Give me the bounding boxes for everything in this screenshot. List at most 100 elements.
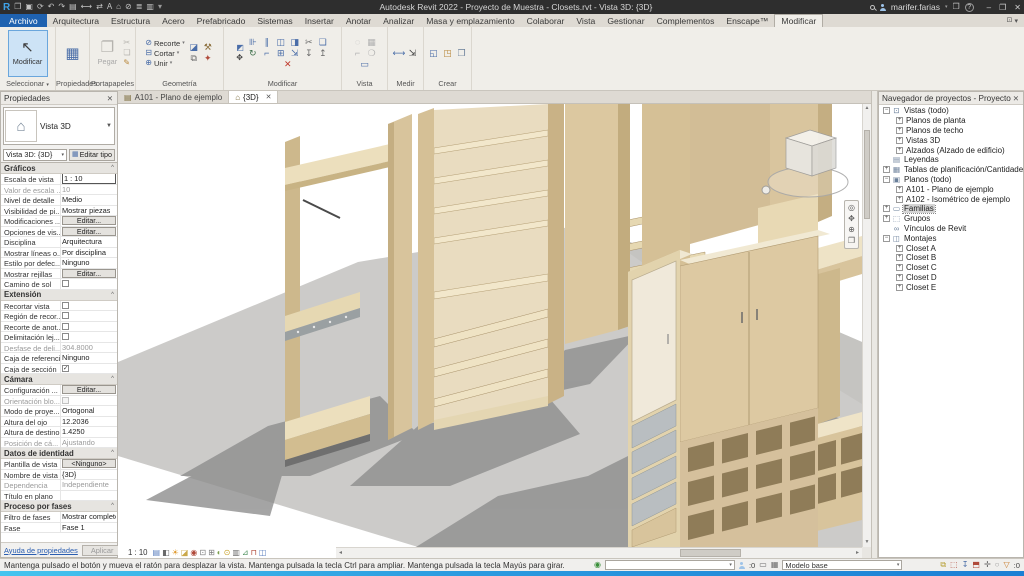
vertical-scrollbar[interactable]: ▲ ▼ — [862, 104, 871, 547]
apply-button[interactable]: Aplicar — [82, 545, 123, 556]
group-label-vista[interactable]: Vista — [342, 79, 387, 90]
property-edit-button[interactable]: Editar... — [62, 385, 116, 394]
default-3d-view-icon[interactable]: ⌂ — [116, 3, 121, 11]
modify-button[interactable]: ↖ Modificar — [8, 30, 48, 77]
collapse-icon[interactable]: ^ — [111, 376, 114, 382]
workset-dropdown[interactable]: ▾ — [605, 560, 735, 570]
unpin-icon[interactable]: ↥ — [317, 49, 329, 58]
property-checkbox[interactable] — [62, 333, 69, 340]
property-checkbox[interactable] — [62, 323, 69, 330]
override-graphics-icon[interactable]: ▦ — [366, 38, 378, 47]
cut-icon[interactable]: ✂ — [123, 39, 130, 47]
worksharing-display-icon[interactable]: ◫ — [259, 549, 267, 557]
scale-button[interactable]: 1 : 10 — [128, 548, 148, 557]
tree-item-a101-plano-de-ejemplo[interactable]: +A101 - Plano de ejemplo — [879, 184, 1023, 194]
ribbon-options[interactable]: ⊡ ▾ — [1001, 14, 1024, 27]
view-tab-a101-plano-de-ejemplo[interactable]: ▤A101 - Plano de ejemplo — [118, 91, 229, 103]
tree-item-leyendas[interactable]: ▤Leyendas — [879, 155, 1023, 165]
horizontal-scrollbar[interactable]: ◂ ▸ — [336, 547, 862, 558]
shelving-tower[interactable] — [418, 104, 564, 430]
expand-icon[interactable]: + — [896, 186, 903, 193]
select-links-icon[interactable]: ⧉ — [940, 561, 946, 569]
properties-help-link[interactable]: Ayuda de propiedades — [4, 546, 78, 555]
expand-icon[interactable]: + — [896, 264, 903, 271]
edit-boundary-icon[interactable]: ◩ — [236, 44, 244, 52]
show-rendering-dialog-icon[interactable]: ◉ — [190, 549, 197, 557]
offset-icon[interactable]: ∥ — [261, 38, 273, 47]
property-edit-button[interactable]: Editar... — [62, 227, 116, 236]
design-option-dropdown[interactable]: Modelo base ▾ — [782, 560, 902, 570]
tree-item-montajes[interactable]: −◫Montajes — [879, 233, 1023, 243]
ribbon-options-caret-icon[interactable]: ▾ — [1014, 17, 1018, 25]
tree-item-closet-d[interactable]: +Closet D — [879, 273, 1023, 283]
crop-view-icon[interactable]: ⊡ — [199, 549, 206, 557]
section-header[interactable]: Gráficos^ — [1, 163, 117, 174]
scroll-left-icon[interactable]: ◂ — [336, 548, 345, 558]
match-type-properties-icon[interactable]: ✎ — [123, 59, 130, 67]
user-interface-icon[interactable]: ▥ — [146, 3, 154, 11]
hide-in-view-icon[interactable]: ◌ — [352, 38, 364, 47]
expand-icon[interactable]: + — [883, 215, 890, 222]
editable-only-icon[interactable] — [739, 562, 745, 568]
property-edit-button[interactable]: Editar... — [62, 269, 116, 278]
tree-item-closet-b[interactable]: +Closet B — [879, 253, 1023, 263]
property-checkbox[interactable] — [62, 312, 69, 319]
measure-icon[interactable]: ⟷ — [81, 3, 92, 11]
section-header[interactable]: Datos de identidad^ — [1, 448, 117, 459]
section-header[interactable]: Extensión^ — [1, 290, 117, 301]
revit-logo-icon[interactable]: R — [3, 2, 10, 13]
tree-item-grupos[interactable]: +⬚Grupos — [879, 214, 1023, 224]
help-icon[interactable]: ? — [965, 3, 974, 12]
delete-icon[interactable]: ✕ — [282, 60, 294, 69]
beam-joins-icon[interactable]: ⚒ — [202, 43, 214, 52]
expand-icon[interactable]: − — [883, 235, 890, 242]
shadows-icon[interactable]: ◪ — [181, 549, 189, 557]
property-value[interactable]: Arquitectura — [62, 237, 102, 246]
section-header[interactable]: Proceso por fases^ — [1, 501, 117, 512]
show-analytical-model-icon[interactable]: ⊿ — [242, 549, 249, 557]
measure-between-icon[interactable]: ⟷ — [393, 49, 405, 58]
design-options-icon[interactable]: ▦ — [771, 561, 779, 569]
panel-splitter[interactable] — [871, 91, 878, 558]
temporary-view-properties-icon[interactable]: ▥ — [232, 549, 240, 557]
paint-icon[interactable]: ◪ — [188, 43, 200, 52]
project-browser-header[interactable]: Navegador de proyectos - Proyecto de Mue… — [879, 92, 1023, 105]
ribbon-state-icon[interactable]: ⊡ — [1007, 17, 1013, 24]
expand-icon[interactable]: + — [896, 196, 903, 203]
move-icon[interactable]: ✥ — [236, 54, 244, 62]
minimize-button[interactable]: – — [987, 3, 991, 12]
navigation-bar[interactable]: ◎✥⊕❐ — [844, 200, 859, 249]
trim-extend-icon[interactable]: ⌐ — [261, 49, 273, 58]
property-checkbox[interactable] — [62, 280, 69, 287]
expand-icon[interactable]: + — [896, 245, 903, 252]
section-header[interactable]: Cámara^ — [1, 374, 117, 385]
tab-modificar[interactable]: Modificar — [774, 14, 823, 27]
scroll-up-icon[interactable]: ▲ — [863, 104, 871, 113]
tab-anotar[interactable]: Anotar — [340, 14, 377, 27]
tab-complementos[interactable]: Complementos — [651, 14, 721, 27]
wall-joins-icon[interactable]: ⧉ — [188, 54, 200, 63]
filter-icon[interactable]: ▽ — [1004, 561, 1010, 569]
view-tab--3d-[interactable]: ⌂{3D}✕ — [229, 91, 278, 103]
tab-insertar[interactable]: Insertar — [299, 14, 340, 27]
tab-sistemas[interactable]: Sistemas — [251, 14, 298, 27]
collapse-icon[interactable]: ^ — [111, 165, 114, 171]
reset-icon[interactable]: ○ — [995, 561, 1000, 569]
visual-style-icon[interactable]: ◧ — [162, 549, 170, 557]
property-value[interactable]: {3D} — [62, 470, 76, 479]
group-label-geometria[interactable]: Geometría — [136, 79, 223, 90]
tree-item-familias[interactable]: +▭Familias — [879, 204, 1023, 214]
paste-button[interactable]: ❐ Pegar — [94, 30, 120, 77]
expand-icon[interactable]: + — [896, 274, 903, 281]
sun-path-icon[interactable]: ☀ — [172, 549, 179, 557]
expand-icon[interactable]: + — [896, 117, 903, 124]
collapse-icon[interactable]: ^ — [111, 292, 114, 298]
group-label-portapapeles[interactable]: Portapapeles — [90, 79, 135, 90]
expand-icon[interactable]: − — [883, 107, 890, 114]
group-label-medir[interactable]: Medir — [388, 79, 423, 90]
undo-icon[interactable]: ↶ — [48, 3, 55, 11]
create-parts-icon[interactable]: ◳ — [442, 49, 454, 58]
align-icon[interactable]: ⊪ — [247, 38, 259, 47]
mirror-draw-axis-icon[interactable]: ◨ — [289, 38, 301, 47]
close-view-icon[interactable]: ✕ — [266, 93, 272, 101]
